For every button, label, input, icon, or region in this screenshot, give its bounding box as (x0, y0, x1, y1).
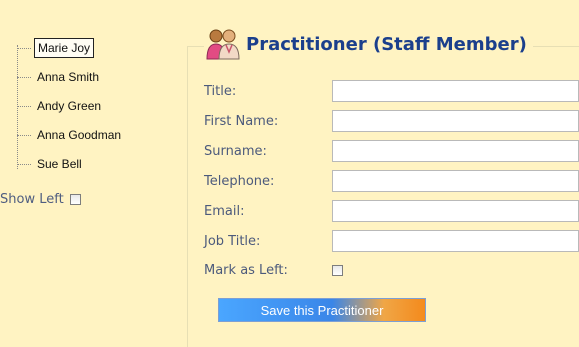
save-practitioner-button[interactable]: Save this Practitioner (218, 298, 426, 322)
mark-left-control (332, 264, 343, 276)
telephone-label: Telephone: (204, 173, 275, 189)
email-label: Email: (204, 203, 245, 219)
surname-row: Surname: (204, 139, 579, 163)
title-row: Title: (204, 79, 579, 103)
form-legend: Practitioner (Staff Member) (204, 24, 533, 64)
tree-item-label: Anna Smith (37, 70, 100, 84)
tree-branch (17, 47, 31, 49)
job-title-row: Job Title: (204, 229, 579, 253)
job-title-input[interactable] (332, 230, 579, 252)
tree-item-anna-goodman[interactable]: Anna Goodman (17, 124, 124, 146)
mark-left-row: Mark as Left: (204, 258, 579, 282)
title-input[interactable] (332, 80, 579, 102)
tree-item-anna-smith[interactable]: Anna Smith (17, 66, 102, 88)
tree-branch (17, 105, 31, 107)
tree-item-label: Sue Bell (37, 157, 82, 171)
form-title: Practitioner (Staff Member) (246, 33, 527, 55)
show-left-checkbox[interactable] (69, 194, 81, 205)
surname-label: Surname: (204, 143, 267, 159)
tree-item-label: Marie Joy (34, 38, 95, 58)
title-label: Title: (204, 83, 237, 99)
tree-item-label: Anna Goodman (37, 128, 122, 142)
tree-item-andy-green[interactable]: Andy Green (17, 95, 104, 117)
email-row: Email: (204, 199, 579, 223)
show-left-toggle: Show Left (0, 192, 81, 207)
tree-item-label: Andy Green (37, 99, 102, 113)
mark-left-checkbox[interactable] (332, 264, 343, 276)
first-name-row: First Name: (204, 109, 579, 133)
first-name-input[interactable] (332, 110, 579, 132)
tree-branch (17, 163, 31, 165)
surname-input[interactable] (332, 140, 579, 162)
tree-branch (17, 76, 31, 78)
staff-people-icon (206, 29, 240, 60)
show-left-label: Show Left (0, 192, 64, 207)
telephone-input[interactable] (332, 170, 579, 192)
tree-branch (17, 134, 31, 136)
staff-tree: Marie Joy Anna Smith Andy Green Anna Goo… (0, 0, 170, 322)
first-name-label: First Name: (204, 113, 279, 129)
job-title-label: Job Title: (204, 233, 261, 249)
tree-item-marie-joy[interactable]: Marie Joy (17, 37, 95, 59)
mark-left-label: Mark as Left: (204, 262, 288, 278)
telephone-row: Telephone: (204, 169, 579, 193)
email-input[interactable] (332, 200, 579, 222)
tree-item-sue-bell[interactable]: Sue Bell (17, 153, 85, 175)
